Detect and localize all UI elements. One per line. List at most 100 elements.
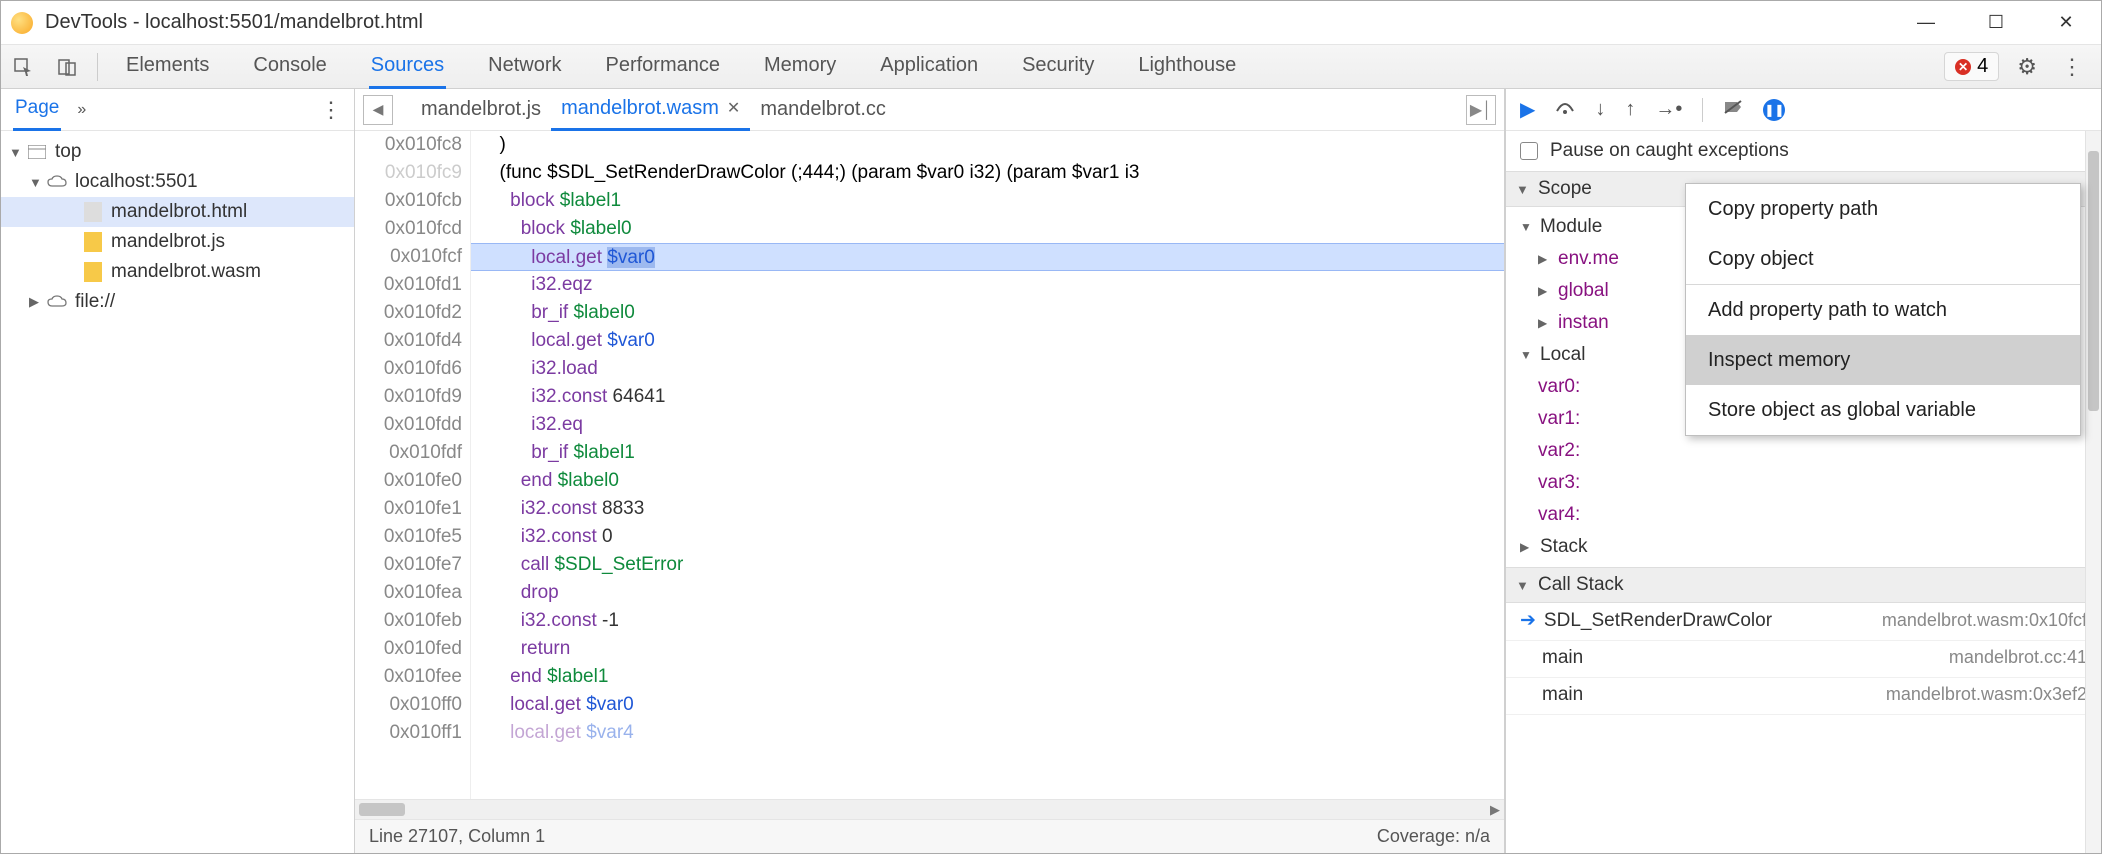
code-line[interactable]: end $label0: [471, 467, 1504, 495]
file-tab-cc[interactable]: mandelbrot.cc: [750, 90, 896, 129]
scope-local-var[interactable]: var4:: [1506, 499, 2101, 531]
tab-security[interactable]: Security: [1020, 45, 1096, 89]
step-icon[interactable]: →•: [1655, 98, 1682, 121]
horizontal-scrollbar[interactable]: ▶: [355, 799, 1504, 819]
context-menu-item[interactable]: Inspect memory: [1686, 335, 2080, 385]
gutter-address[interactable]: 0x010fcd: [355, 215, 462, 243]
gutter-address[interactable]: 0x010fe0: [355, 467, 462, 495]
close-tab-icon[interactable]: ✕: [727, 98, 740, 118]
code-editor[interactable]: 0x010fc80x010fc90x010fcb0x010fcd0x010fcf…: [355, 131, 1504, 799]
code-line[interactable]: i32.const -1: [471, 607, 1504, 635]
pause-on-exceptions-row[interactable]: Pause on caught exceptions: [1506, 131, 2101, 171]
code-line[interactable]: end $label1: [471, 663, 1504, 691]
gutter-address[interactable]: 0x010fe5: [355, 523, 462, 551]
context-menu-item[interactable]: Add property path to watch: [1686, 285, 2080, 335]
code-line[interactable]: i32.eq: [471, 411, 1504, 439]
gutter-address[interactable]: 0x010fc9: [355, 159, 462, 187]
device-toolbar-icon[interactable]: [45, 45, 89, 89]
scope-stack[interactable]: ▶Stack: [1506, 531, 2101, 563]
code-line[interactable]: br_if $label1: [471, 439, 1504, 467]
gutter-address[interactable]: 0x010ff0: [355, 691, 462, 719]
resume-icon[interactable]: ▶: [1520, 97, 1535, 122]
tab-console[interactable]: Console: [251, 45, 328, 89]
code-line[interactable]: call $SDL_SetError: [471, 551, 1504, 579]
gutter-address[interactable]: 0x010fd4: [355, 327, 462, 355]
minimize-button[interactable]: —: [1916, 13, 1936, 33]
tab-performance[interactable]: Performance: [604, 45, 723, 89]
code-line[interactable]: block $label1: [471, 187, 1504, 215]
gutter-address[interactable]: 0x010fe7: [355, 551, 462, 579]
code-line[interactable]: local.get $var0: [471, 691, 1504, 719]
file-tab-wasm[interactable]: mandelbrot.wasm✕: [551, 89, 750, 131]
gutter-address[interactable]: 0x010fcb: [355, 187, 462, 215]
gutter-address[interactable]: 0x010fd1: [355, 271, 462, 299]
code-line[interactable]: block $label0: [471, 215, 1504, 243]
error-counter[interactable]: ✕ 4: [1944, 52, 1999, 81]
pause-indicator-icon[interactable]: ❚❚: [1763, 99, 1785, 121]
context-menu-item[interactable]: Copy object: [1686, 234, 2080, 284]
tree-top-frame[interactable]: ▼ top: [1, 137, 354, 167]
code-line[interactable]: drop: [471, 579, 1504, 607]
step-into-icon[interactable]: ↓: [1595, 98, 1605, 121]
gutter-address[interactable]: 0x010fdd: [355, 411, 462, 439]
gutter-address[interactable]: 0x010fcf: [355, 243, 462, 271]
scrollbar-thumb[interactable]: [2088, 151, 2099, 411]
code-line[interactable]: (func $SDL_SetRenderDrawColor (;444;) (p…: [471, 159, 1504, 187]
tab-memory[interactable]: Memory: [762, 45, 838, 89]
code-line[interactable]: return: [471, 635, 1504, 663]
settings-gear-icon[interactable]: ⚙: [2011, 54, 2043, 80]
code-line[interactable]: local.get $var4: [471, 719, 1504, 747]
gutter-address[interactable]: 0x010fe1: [355, 495, 462, 523]
tab-application[interactable]: Application: [878, 45, 980, 89]
code-line[interactable]: i32.const 0: [471, 523, 1504, 551]
gutter-address[interactable]: 0x010fd9: [355, 383, 462, 411]
callstack-frame[interactable]: mainmandelbrot.wasm:0x3ef2: [1506, 678, 2101, 715]
tab-network[interactable]: Network: [486, 45, 563, 89]
gutter-address[interactable]: 0x010fea: [355, 579, 462, 607]
step-out-icon[interactable]: ↑: [1625, 98, 1635, 121]
code-line[interactable]: i32.const 8833: [471, 495, 1504, 523]
code-line[interactable]: ): [471, 131, 1504, 159]
more-menu-icon[interactable]: ⋮: [2055, 54, 2089, 80]
code-line[interactable]: i32.eqz: [471, 271, 1504, 299]
close-window-button[interactable]: ✕: [2056, 13, 2076, 33]
navigate-forward-icon[interactable]: ▶│: [1466, 95, 1496, 125]
gutter-address[interactable]: 0x010fee: [355, 663, 462, 691]
gutter-address[interactable]: 0x010fd2: [355, 299, 462, 327]
gutter-address[interactable]: 0x010fed: [355, 635, 462, 663]
deactivate-breakpoints-icon[interactable]: [1723, 98, 1743, 121]
navigator-more-tabs-icon[interactable]: »: [77, 101, 86, 119]
page-tab[interactable]: Page: [13, 89, 61, 131]
tree-file-wasm[interactable]: mandelbrot.wasm: [1, 257, 354, 287]
tab-lighthouse[interactable]: Lighthouse: [1136, 45, 1238, 89]
inspect-element-icon[interactable]: [1, 45, 45, 89]
scope-local-var[interactable]: var2:: [1506, 435, 2101, 467]
gutter-address[interactable]: 0x010ff1: [355, 719, 462, 747]
gutter-address[interactable]: 0x010fdf: [355, 439, 462, 467]
callstack-frame[interactable]: ➔SDL_SetRenderDrawColormandelbrot.wasm:0…: [1506, 603, 2101, 641]
maximize-button[interactable]: ☐: [1986, 13, 2006, 33]
vertical-scrollbar[interactable]: [2085, 131, 2101, 853]
code-line[interactable]: br_if $label0: [471, 299, 1504, 327]
code-line[interactable]: i32.const 64641: [471, 383, 1504, 411]
tree-file-html[interactable]: mandelbrot.html: [1, 197, 354, 227]
scope-local-var[interactable]: var3:: [1506, 467, 2101, 499]
scroll-right-icon[interactable]: ▶: [1490, 802, 1500, 818]
code-line[interactable]: local.get $var0: [471, 327, 1504, 355]
navigator-menu-icon[interactable]: ⋮: [320, 97, 342, 123]
gutter-address[interactable]: 0x010fc8: [355, 131, 462, 159]
callstack-section-header[interactable]: ▼ Call Stack: [1506, 567, 2101, 603]
checkbox[interactable]: [1520, 142, 1538, 160]
code-line[interactable]: local.get $var0: [471, 243, 1504, 271]
code-body[interactable]: ) (func $SDL_SetRenderDrawColor (;444;) …: [471, 131, 1504, 799]
gutter-address[interactable]: 0x010fd6: [355, 355, 462, 383]
context-menu-item[interactable]: Copy property path: [1686, 184, 2080, 234]
navigate-back-icon[interactable]: ◀: [363, 95, 393, 125]
file-tab-js[interactable]: mandelbrot.js: [411, 90, 551, 129]
code-line[interactable]: i32.load: [471, 355, 1504, 383]
tab-elements[interactable]: Elements: [124, 45, 211, 89]
tree-host[interactable]: ▼ localhost:5501: [1, 167, 354, 197]
tree-file-proto[interactable]: ▶ file://: [1, 287, 354, 317]
context-menu-item[interactable]: Store object as global variable: [1686, 385, 2080, 435]
tree-file-js[interactable]: mandelbrot.js: [1, 227, 354, 257]
